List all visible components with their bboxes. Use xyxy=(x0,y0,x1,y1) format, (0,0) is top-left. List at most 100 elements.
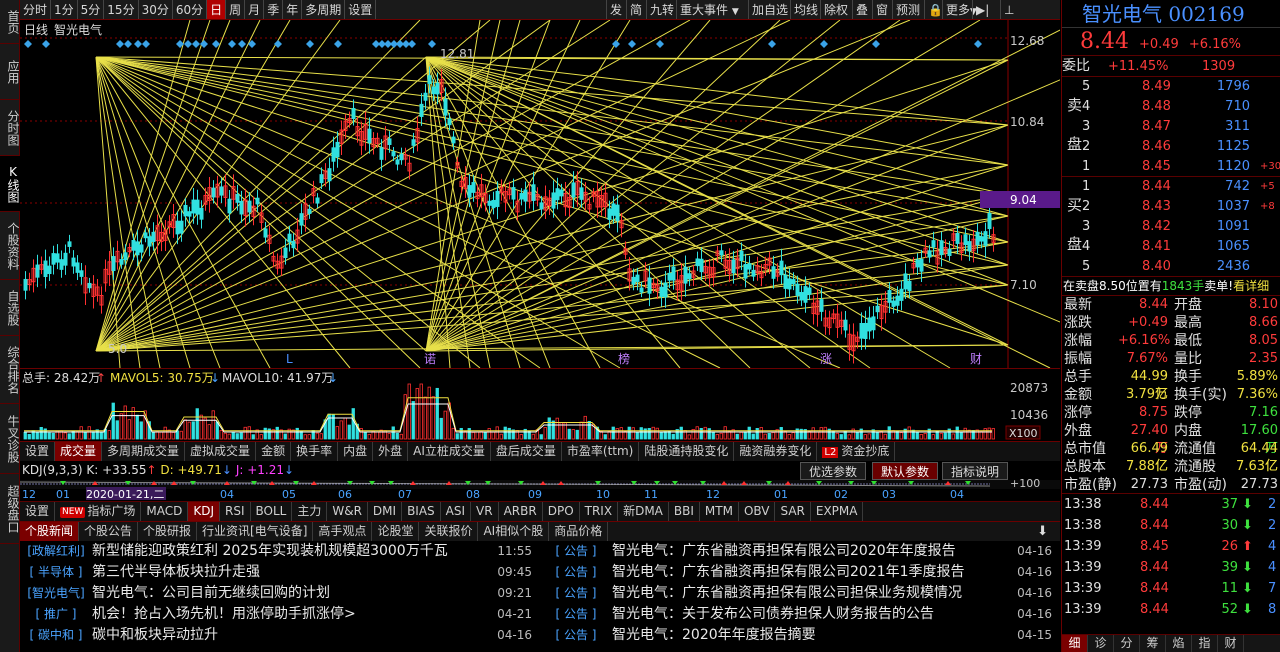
ask-row[interactable]: 2 8.46 1125 xyxy=(1082,137,1280,157)
tab-profile[interactable]: 个股资料 xyxy=(0,212,20,280)
list-item[interactable]: [政解红利] 新型储能迎政策红利 2025年实现装机规模超3000万千瓦 11:55 xyxy=(20,541,540,562)
ind-tab-rsi[interactable]: RSI xyxy=(220,502,251,521)
period-week[interactable]: 周 xyxy=(226,0,246,19)
tab-watchlist[interactable]: 自选股 xyxy=(0,280,20,336)
list-item[interactable]: [ 推广 ] 机会！抢占入场先机！用涨停助手抓涨停> 04-21 xyxy=(20,604,540,625)
exright-button[interactable]: 除权 xyxy=(820,0,851,19)
news-tab-forum[interactable]: 论股堂 xyxy=(372,522,420,541)
period-30min[interactable]: 30分 xyxy=(139,0,173,19)
event-marker-4[interactable]: 财 xyxy=(970,352,982,366)
news-title[interactable]: 新型储能迎政策红利 2025年实现装机规模超3000万千瓦 xyxy=(92,543,448,559)
tab-intraday[interactable]: 分时图 xyxy=(0,100,20,156)
tab-apps[interactable]: 应用 xyxy=(0,44,20,100)
tab-super-tape[interactable]: 超级盘口 xyxy=(0,474,20,544)
forecast-button[interactable]: 预测 xyxy=(892,0,923,19)
news-title[interactable]: 机会！抢占入场先机！用涨停助手抓涨停> xyxy=(92,606,356,622)
ind-tab-obv[interactable]: OBV xyxy=(739,502,776,521)
news-title[interactable]: 智光电气：关于发布公司债券担保人财务报告的公告 xyxy=(612,606,934,622)
vol-tab-turnover[interactable]: 换手率 xyxy=(291,442,339,461)
ind-tab-expma[interactable]: EXPMA xyxy=(811,502,864,521)
vol-tab-settings[interactable]: 设置 xyxy=(20,442,56,461)
bid-row[interactable]: 4 8.41 1065 xyxy=(1082,237,1280,257)
event-marker-1[interactable]: 诺 xyxy=(424,352,436,366)
vol-tab-multi[interactable]: 多周期成交量 xyxy=(102,442,186,461)
news-tab-experts[interactable]: 高手观点 xyxy=(313,522,373,541)
ind-tab-arbr[interactable]: ARBR xyxy=(499,502,543,521)
period-1min[interactable]: 1分 xyxy=(51,0,78,19)
news-title[interactable]: 智光电气：广东省融资再担保有限公司担保业务规模情况 xyxy=(612,585,962,601)
news-tab-research[interactable]: 个股研报 xyxy=(138,522,198,541)
qtab-index[interactable]: 指 xyxy=(1192,635,1218,652)
vol-tab-hk[interactable]: 陆股通持股变化 xyxy=(639,442,735,461)
news-title[interactable]: 智光电气：广东省融资再担保有限公司2021年1季度报告 xyxy=(612,564,965,580)
period-day[interactable]: 日 xyxy=(207,0,227,19)
list-item[interactable]: [ 公告 ] 智光电气：广东省融资再担保有限公司2020年年度报告 04-16 xyxy=(540,541,1060,562)
period-60min[interactable]: 60分 xyxy=(173,0,208,19)
qtab-diagnose[interactable]: 诊 xyxy=(1088,635,1114,652)
goto-end-icon[interactable]: ▶| xyxy=(972,0,992,19)
period-intraday[interactable]: 分时 xyxy=(20,0,52,19)
fa-button[interactable]: 发 xyxy=(606,0,625,19)
kdj-panel[interactable]: +100 12 01 2020-01-21,二 04 05 06 07 08 09 10 11 12 0… xyxy=(20,461,1060,501)
qtab-flame[interactable]: 焰 xyxy=(1166,635,1192,652)
news-tab-ai-similar[interactable]: AI相似个股 xyxy=(478,522,550,541)
qtab-detail[interactable]: 细 xyxy=(1062,635,1088,652)
qtab-chips[interactable]: 筹 xyxy=(1140,635,1166,652)
list-item[interactable]: [智光电气] 智光电气：公司目前无继续回购的计划 09:21 xyxy=(20,583,540,604)
ask-row[interactable]: 4 8.48 710 xyxy=(1082,97,1280,117)
bid-row[interactable]: 5 8.40 2436 xyxy=(1082,257,1280,277)
ind-tab-main[interactable]: 主力 xyxy=(292,502,328,521)
period-multi[interactable]: 多周期 xyxy=(302,0,346,19)
ind-tab-settings[interactable]: 设置 xyxy=(20,502,56,521)
tab-diagnosis[interactable]: 牛叉诊股 xyxy=(0,404,20,474)
vol-tab-amount[interactable]: 金额 xyxy=(256,442,292,461)
vol-tab-outer[interactable]: 外盘 xyxy=(373,442,409,461)
ask-row[interactable]: 3 8.47 311 xyxy=(1082,117,1280,137)
qtab-price[interactable]: 分 xyxy=(1114,635,1140,652)
vol-tab-inner[interactable]: 内盘 xyxy=(338,442,374,461)
ind-tab-dma[interactable]: 新DMA xyxy=(618,502,669,521)
list-item[interactable]: [ 公告 ] 智光电气：关于发布公司债券担保人财务报告的公告 04-16 xyxy=(540,604,1060,625)
period-year[interactable]: 年 xyxy=(283,0,303,19)
qtab-finance[interactable]: 财 xyxy=(1218,635,1244,652)
ind-tab-square[interactable]: NEW 指标广场 xyxy=(55,502,142,521)
download-icon[interactable]: ⬇ xyxy=(1037,524,1048,539)
ind-tab-vr[interactable]: VR xyxy=(471,502,499,521)
ind-tab-mtm[interactable]: MTM xyxy=(700,502,739,521)
notice-detail-link[interactable]: 看详细 xyxy=(1233,279,1269,293)
pin-icon[interactable]: ⊥ xyxy=(1000,0,1017,19)
ind-tab-kdj[interactable]: KDJ xyxy=(188,502,220,521)
event-marker-2[interactable]: 榜 xyxy=(618,351,630,366)
vol-tab-volume[interactable]: 成交量 xyxy=(55,442,103,461)
default-params-button[interactable]: 默认参数 xyxy=(872,462,939,480)
ind-tab-dmi[interactable]: DMI xyxy=(368,502,403,521)
tab-ranking[interactable]: 综合排名 xyxy=(0,336,20,404)
ind-tab-bbi[interactable]: BBI xyxy=(669,502,700,521)
list-item[interactable]: [ 公告 ] 智光电气：广东省融资再担保有限公司2021年1季度报告 04-16 xyxy=(540,562,1060,583)
period-15min[interactable]: 15分 xyxy=(104,0,139,19)
news-tab-related[interactable]: 关联报价 xyxy=(419,522,479,541)
stock-title[interactable]: 智光电气 002169 xyxy=(1062,0,1280,28)
list-item[interactable]: [ 半导体 ] 第三代半导体板块拉升走强 09:45 xyxy=(20,562,540,583)
vol-tab-capital[interactable]: L2 资金抄底 xyxy=(817,442,896,461)
overlay-button[interactable]: 叠 xyxy=(852,0,871,19)
kline-svg[interactable]: 日线 智光电气 12.68 10.84 9.04 7.10 12.81 5.0 … xyxy=(20,19,1201,440)
jiuzhuan-button[interactable]: 九转 xyxy=(646,0,677,19)
news-title[interactable]: 智光电气：公司目前无继续回购的计划 xyxy=(92,585,330,601)
add-watchlist-button[interactable]: 加自选 xyxy=(748,0,791,19)
ind-tab-sar[interactable]: SAR xyxy=(775,502,811,521)
ind-tab-bias[interactable]: BIAS xyxy=(402,502,441,521)
news-title[interactable]: 智光电气：2020年年度报告摘要 xyxy=(612,627,816,643)
simple-button[interactable]: 简 xyxy=(626,0,645,19)
list-item[interactable]: [ 公告 ] 智光电气：广东省融资再担保有限公司担保业务规模情况 04-16 xyxy=(540,583,1060,604)
list-item[interactable]: [ 碳中和 ] 碳中和板块异动拉升 04-16 xyxy=(20,625,540,646)
settings-button[interactable]: 设置 xyxy=(345,0,377,19)
ind-tab-asi[interactable]: ASI xyxy=(441,502,472,521)
bid-row[interactable]: 1 8.44 742 +5 xyxy=(1082,177,1280,197)
ma-button[interactable]: 均线 xyxy=(790,0,821,19)
vol-tab-pe[interactable]: 市盈率(ttm) xyxy=(562,442,640,461)
big-order-notice[interactable]: 在卖盘8.50位置有1843手卖单!看详细 xyxy=(1062,277,1280,296)
ind-tab-macd[interactable]: MACD xyxy=(141,502,189,521)
period-month[interactable]: 月 xyxy=(245,0,265,19)
window-button[interactable]: 窗 xyxy=(872,0,891,19)
